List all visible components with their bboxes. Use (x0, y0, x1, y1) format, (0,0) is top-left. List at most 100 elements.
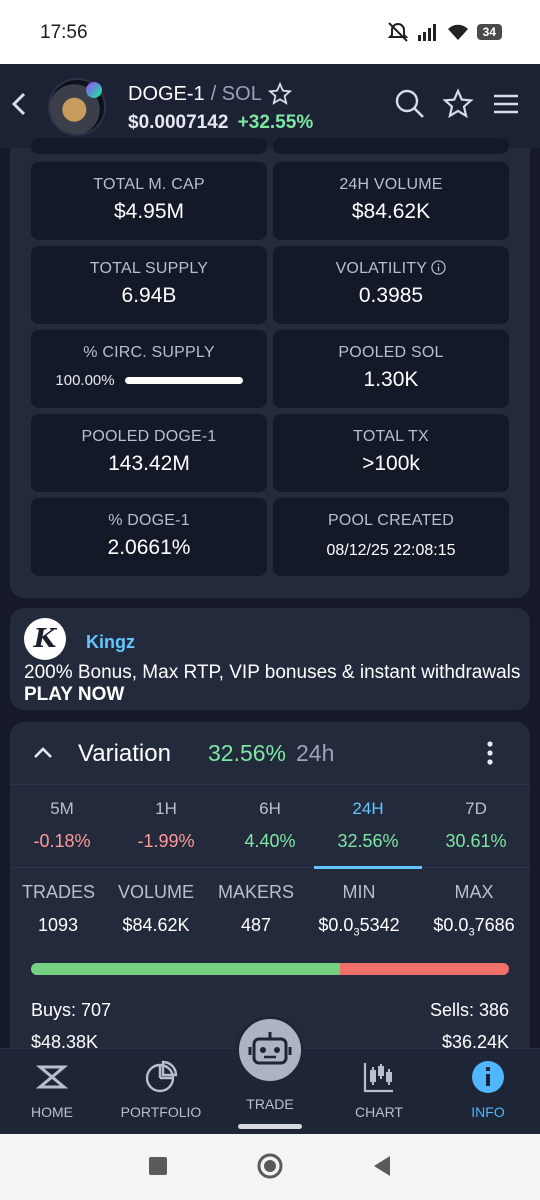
info-icon[interactable] (431, 260, 447, 275)
stat-label: POOLED DOGE-1 (81, 428, 217, 445)
buys-count: Buys: 707 (31, 1000, 112, 1020)
metric-value: $84.62K (122, 915, 190, 935)
ad-cta-link[interactable]: PLAY NOW (24, 684, 124, 705)
more-options-icon[interactable] (480, 740, 500, 766)
tab-label: 24H (352, 799, 384, 818)
stat-total-tx: TOTAL TX >100k (273, 414, 509, 492)
chevron-up-icon[interactable] (32, 742, 54, 764)
variation-title: Variation (78, 740, 171, 767)
stat-cell-partial (273, 138, 509, 154)
tab-7d[interactable]: 7D 30.61% (424, 785, 528, 869)
battery-icon: 34 (476, 24, 502, 40)
ad-banner[interactable]: K Kingz 200% Bonus, Max RTP, VIP bonuses… (10, 608, 530, 710)
tab-value: -1.99% (137, 831, 195, 851)
stat-24h-volume: 24H VOLUME $84.62K (273, 162, 509, 240)
metric-max: MAX $0.037686 (424, 882, 524, 939)
tab-1h[interactable]: 1H -1.99% (114, 785, 218, 869)
tab-label: 5M (50, 799, 74, 818)
metric-min: MIN $0.035342 (312, 882, 406, 939)
token-price: $0.0007142 (128, 112, 229, 133)
back-triangle-icon[interactable] (368, 1152, 396, 1180)
pie-chart-icon (145, 1060, 178, 1093)
favorite-star-icon[interactable] (267, 82, 292, 106)
solana-badge-icon (86, 82, 102, 98)
stat-circ-supply: % CIRC. SUPPLY 100.00% (31, 330, 267, 408)
recents-square-icon[interactable] (144, 1152, 172, 1180)
tab-label: 6H (259, 799, 281, 818)
stat-total-mcap: TOTAL M. CAP $4.95M (31, 162, 267, 240)
variation-header[interactable]: Variation 32.56% 24h (10, 722, 530, 784)
trade-metrics: TRADES 1093 VOLUME $84.62K MAKERS 487 MI… (10, 882, 530, 952)
watchlist-star-icon[interactable] (442, 88, 474, 120)
candlestick-chart-icon (363, 1063, 393, 1093)
stat-pooled-sol: POOLED SOL 1.30K (273, 330, 509, 408)
back-icon[interactable] (8, 88, 32, 120)
stat-label: TOTAL TX (353, 428, 429, 445)
token-stats-card: TOTAL M. CAP $4.95M 24H VOLUME $84.62K T… (10, 138, 530, 598)
stat-pooled-doge: POOLED DOGE-1 143.42M (31, 414, 267, 492)
tab-value: 32.56% (337, 831, 399, 851)
max-prefix: $0.0 (433, 915, 469, 935)
nav-label: HOME (31, 1104, 73, 1120)
stat-label: % DOGE-1 (108, 512, 190, 529)
stat-volatility[interactable]: VOLATILITY 0.3985 (273, 246, 509, 324)
stat-value: 0.3985 (358, 284, 424, 307)
stat-value: >100k (362, 452, 420, 475)
tab-5m[interactable]: 5M -0.18% (10, 785, 114, 869)
info-circle-icon (472, 1061, 504, 1093)
token-header: DOGE-1 / SOL $0.0007142 +32.55% (0, 64, 540, 148)
quote-symbol: / SOL (210, 82, 262, 105)
nav-label: INFO (471, 1104, 505, 1120)
tab-6h[interactable]: 6H 4.40% (218, 785, 322, 869)
menu-icon[interactable] (490, 88, 522, 120)
stat-value: 6.94B (121, 284, 177, 307)
stat-label: % CIRC. SUPPLY (83, 344, 215, 361)
metric-value: 487 (240, 915, 272, 935)
pair-title: DOGE-1 / SOL (128, 82, 292, 106)
stat-cell-partial (31, 138, 267, 154)
sell-ratio-fill (340, 963, 509, 975)
nav-info[interactable]: INFO (438, 1059, 538, 1120)
nav-label: PORTFOLIO (120, 1104, 202, 1120)
stat-pct-doge: % DOGE-1 2.0661% (31, 498, 267, 576)
tab-label: 7D (465, 799, 487, 818)
metric-label: MAKERS (217, 882, 295, 902)
metric-label: VOLUME (117, 882, 195, 902)
metric-value: $0.035342 (312, 915, 406, 939)
metric-value: $0.037686 (424, 915, 524, 939)
ad-title[interactable]: Kingz (86, 632, 135, 653)
price-change: +32.55% (237, 112, 314, 133)
metric-value: 1093 (37, 915, 79, 935)
home-circle-icon[interactable] (256, 1152, 284, 1180)
stat-pool-created: POOL CREATED 08/12/25 22:08:15 (273, 498, 509, 576)
buy-sell-ratio-bar (31, 963, 509, 975)
nav-portfolio[interactable]: PORTFOLIO (111, 1059, 211, 1120)
nav-trade-label[interactable]: TRADE (220, 1096, 320, 1112)
stat-value: 1.30K (363, 368, 419, 391)
search-icon[interactable] (394, 88, 426, 120)
max-digits: 7686 (474, 915, 515, 935)
token-avatar (48, 78, 106, 136)
price-row: $0.0007142 +32.55% (128, 112, 313, 134)
stat-value: $84.62K (351, 200, 431, 223)
stat-label: VOLATILITY (273, 260, 509, 278)
tab-label: 1H (155, 799, 177, 818)
stat-value: $4.95M (113, 200, 185, 223)
stat-label: TOTAL SUPPLY (89, 260, 209, 277)
stat-total-supply: TOTAL SUPPLY 6.94B (31, 246, 267, 324)
min-digits: 5342 (359, 915, 400, 935)
wifi-icon (447, 24, 468, 40)
stat-label: 24H VOLUME (339, 176, 443, 193)
variation-panel: Variation 32.56% 24h 5M -0.18% 1H -1.99%… (10, 722, 530, 1052)
circ-supply-bar (124, 377, 243, 384)
circ-supply-value: 100.00% (55, 372, 115, 389)
nav-home[interactable]: HOME (2, 1059, 102, 1120)
volatility-label: VOLATILITY (335, 260, 427, 277)
tab-24h[interactable]: 24H 32.56% (314, 785, 422, 869)
nav-chart[interactable]: CHART (329, 1059, 429, 1120)
stat-label: POOL CREATED (328, 512, 454, 529)
circ-supply-row: 100.00% (31, 372, 267, 389)
status-bar: 17:56 34 (0, 0, 540, 64)
trade-bot-button[interactable] (236, 1016, 304, 1084)
metric-makers: MAKERS 487 (216, 882, 296, 936)
